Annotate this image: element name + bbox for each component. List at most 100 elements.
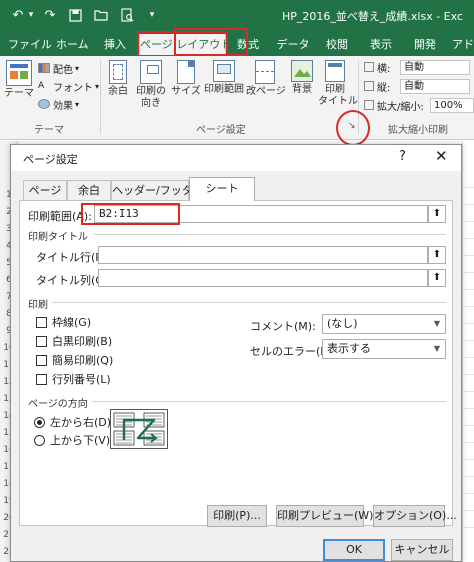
effects-icon bbox=[38, 99, 50, 109]
page-setup-launcher-icon[interactable]: ↘ bbox=[348, 121, 356, 131]
title-bar: ↶ ▾ ↷ ▾ HP_2016_並べ替え_成績.xlsx - Exc bbox=[0, 0, 474, 30]
group-separator bbox=[100, 60, 101, 134]
down-then-over-radio[interactable]: 上から下(V) bbox=[34, 432, 110, 448]
height-select[interactable]: 自動 bbox=[400, 79, 470, 94]
undo-dropdown-icon[interactable]: ▾ bbox=[26, 6, 36, 24]
checkbox-box[interactable] bbox=[36, 316, 47, 328]
row-col-headings-checkbox[interactable]: 行列番号(L) bbox=[36, 371, 111, 387]
print-titles-label-2: タイトル bbox=[318, 96, 358, 107]
cancel-button[interactable]: キャンセル bbox=[391, 539, 453, 561]
tab-page-layout[interactable]: ページ レイアウト bbox=[139, 34, 231, 56]
section-divider bbox=[52, 302, 446, 303]
options-button[interactable]: オプション(O)... bbox=[373, 505, 457, 527]
themes-label: テーマ bbox=[4, 88, 34, 99]
title-cols-input[interactable] bbox=[98, 269, 428, 287]
margins-icon bbox=[109, 60, 127, 84]
scale-icon bbox=[364, 100, 374, 110]
effects-button[interactable]: 効果 ▾ bbox=[38, 96, 79, 112]
print-button[interactable]: 印刷(P)... bbox=[207, 505, 267, 527]
open-icon[interactable] bbox=[94, 6, 108, 24]
size-button[interactable]: サイズ bbox=[170, 60, 202, 98]
tab-formulas[interactable]: 数式 bbox=[234, 34, 262, 56]
fonts-label: フォント bbox=[53, 82, 93, 94]
title-rows-collapse-icon[interactable]: ⬆ bbox=[428, 246, 446, 264]
themes-button[interactable]: テーマ bbox=[2, 60, 36, 100]
title-rows-input[interactable] bbox=[98, 246, 428, 264]
redo-icon[interactable]: ↷ bbox=[42, 6, 58, 24]
tab-file[interactable]: ファイル bbox=[8, 34, 52, 56]
qat-customize-icon[interactable]: ▾ bbox=[146, 6, 158, 24]
colors-icon bbox=[38, 63, 50, 73]
cell-errors-value: 表示する bbox=[327, 342, 371, 355]
print-titles-button[interactable]: 印刷 タイトル bbox=[318, 60, 358, 108]
draft-quality-checkbox[interactable]: 簡易印刷(Q) bbox=[36, 352, 113, 368]
tab-view[interactable]: 表示 bbox=[366, 34, 396, 56]
tab-addins[interactable]: アド bbox=[452, 34, 474, 56]
gridline bbox=[463, 238, 474, 239]
print-titles-icon bbox=[325, 60, 345, 82]
tab-sheet[interactable]: シート bbox=[189, 177, 255, 201]
gridline bbox=[463, 510, 474, 511]
save-icon[interactable] bbox=[68, 6, 82, 24]
width-select[interactable]: 自動 bbox=[400, 60, 470, 75]
height-icon bbox=[364, 81, 374, 91]
gridline bbox=[463, 289, 474, 290]
print-titles-section-label: 印刷タイトル bbox=[28, 232, 88, 243]
margins-button[interactable]: 余白 bbox=[104, 60, 132, 98]
width-label: 横: bbox=[364, 59, 390, 75]
gridline bbox=[463, 408, 474, 409]
checkbox-box[interactable] bbox=[36, 373, 47, 385]
gridline bbox=[463, 221, 474, 222]
gridline bbox=[463, 476, 474, 477]
undo-icon[interactable]: ↶ bbox=[10, 6, 26, 24]
print-area-button[interactable]: 印刷範囲 bbox=[204, 60, 244, 96]
gridline bbox=[463, 255, 474, 256]
section-divider bbox=[94, 234, 446, 235]
fonts-button[interactable]: A フォント ▾ bbox=[38, 78, 99, 94]
help-icon[interactable]: ? bbox=[399, 149, 406, 164]
breaks-label: 改ページ bbox=[246, 86, 286, 97]
print-area-collapse-icon[interactable]: ⬆ bbox=[428, 205, 446, 223]
ribbon-tab-bar: ファイル ホーム 挿入 ページ レイアウト 数式 データ 校閲 表示 開発 アド bbox=[0, 30, 474, 56]
checkbox-box[interactable] bbox=[36, 335, 47, 347]
dialog-title: ページ設定 bbox=[23, 153, 78, 166]
radio-button[interactable] bbox=[34, 434, 45, 446]
tab-insert[interactable]: 挿入 bbox=[100, 34, 130, 56]
background-icon bbox=[291, 60, 313, 82]
gridlines-checkbox[interactable]: 枠線(G) bbox=[36, 314, 91, 330]
over-then-down-radio[interactable]: 左から右(D) bbox=[34, 414, 111, 430]
scale-input[interactable]: 100% bbox=[430, 98, 474, 113]
tab-developer[interactable]: 開発 bbox=[410, 34, 440, 56]
black-and-white-checkbox[interactable]: 白黒印刷(B) bbox=[36, 333, 112, 349]
colors-button[interactable]: 配色 ▾ bbox=[38, 60, 79, 76]
print-preview-icon[interactable] bbox=[120, 6, 134, 24]
tab-review[interactable]: 校閲 bbox=[322, 34, 352, 56]
gridline bbox=[463, 442, 474, 443]
tab-data[interactable]: データ bbox=[276, 34, 310, 56]
breaks-button[interactable]: 改ページ bbox=[246, 60, 286, 98]
gridline bbox=[463, 527, 474, 528]
ok-button[interactable]: OK bbox=[323, 539, 385, 561]
orientation-button[interactable]: 印刷の 向き bbox=[134, 60, 168, 110]
title-cols-collapse-icon[interactable]: ⬆ bbox=[428, 269, 446, 287]
tab-page[interactable]: ページ bbox=[23, 180, 67, 200]
background-button[interactable]: 背景 bbox=[287, 60, 317, 96]
tab-home[interactable]: ホーム bbox=[56, 34, 89, 56]
dialog-title-bar: ページ設定 ? ✕ bbox=[11, 145, 461, 171]
size-label: サイズ bbox=[171, 86, 201, 97]
print-area-label: 印刷範囲(A): bbox=[28, 210, 92, 223]
page-setup-group-label: ページ設定 bbox=[196, 125, 246, 136]
radio-button[interactable] bbox=[34, 416, 45, 428]
orientation-label-1: 印刷の bbox=[136, 86, 166, 97]
print-area-icon bbox=[213, 60, 235, 82]
comments-select[interactable]: (なし) ▼ bbox=[322, 314, 446, 334]
print-area-input[interactable]: B2:I13 bbox=[94, 205, 428, 223]
size-icon bbox=[177, 60, 195, 84]
print-preview-button[interactable]: 印刷プレビュー(W) bbox=[276, 505, 373, 527]
checkbox-box[interactable] bbox=[36, 354, 47, 366]
close-icon[interactable]: ✕ bbox=[435, 147, 448, 165]
tab-header-footer[interactable]: ヘッダー/フッター bbox=[111, 180, 204, 200]
tab-margins[interactable]: 余白 bbox=[67, 180, 111, 200]
cell-errors-select[interactable]: 表示する ▼ bbox=[322, 339, 446, 359]
gridline bbox=[463, 391, 474, 392]
